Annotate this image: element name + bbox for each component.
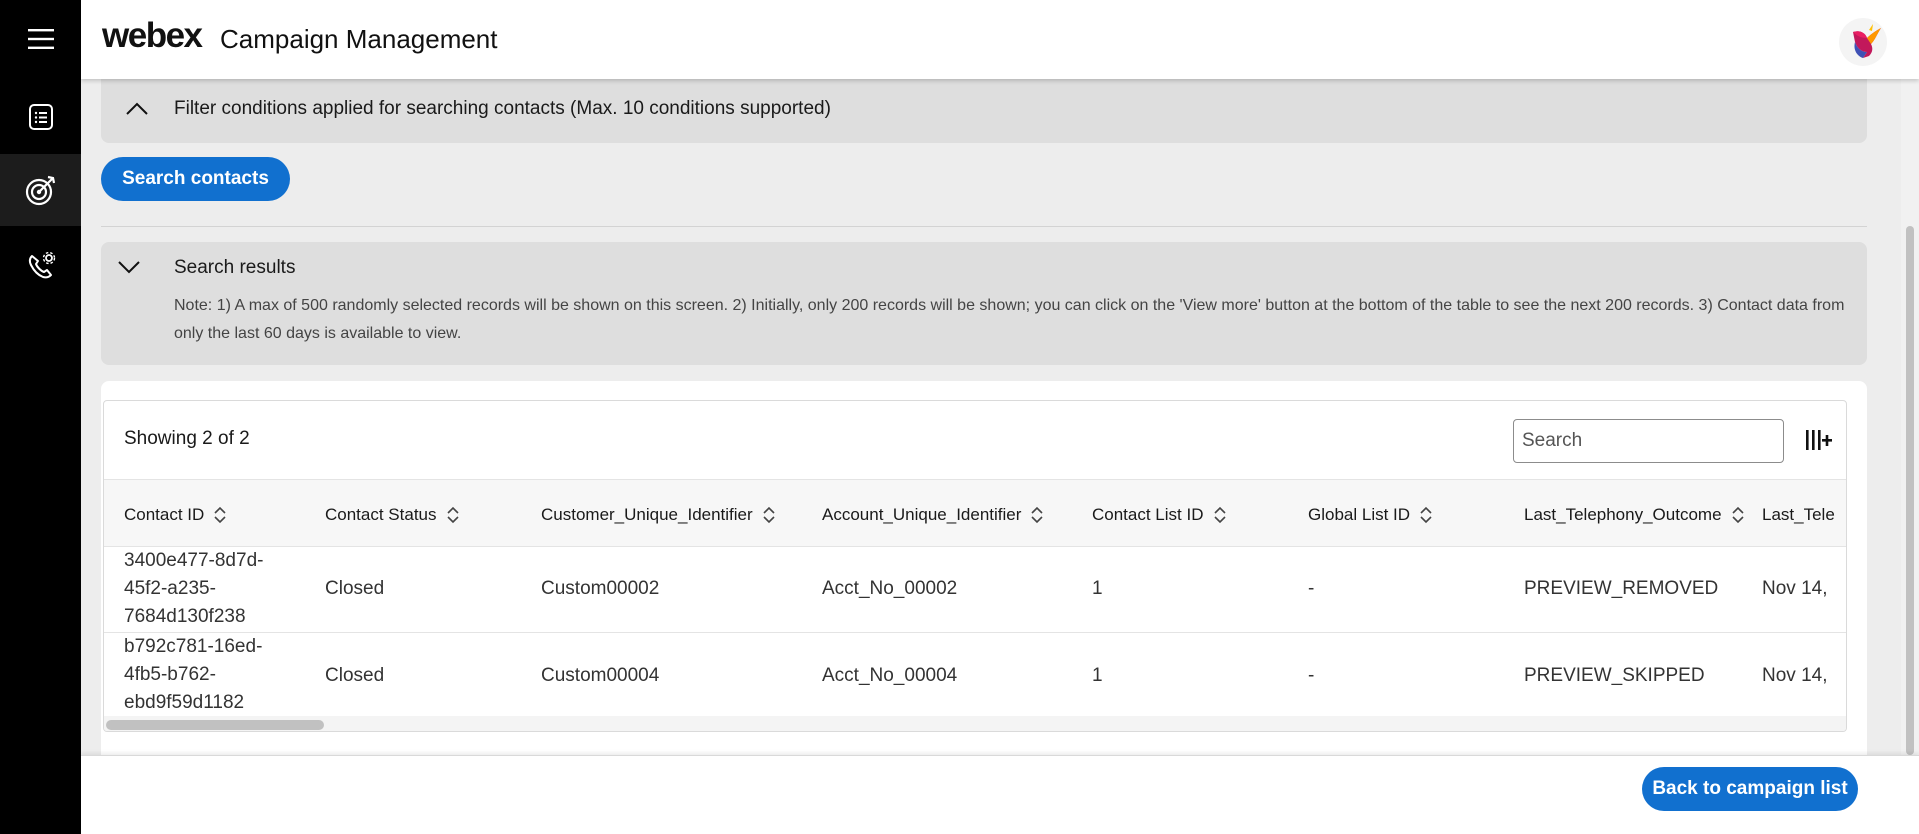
column-header-account-unique-identifier[interactable]: Account_Unique_Identifier xyxy=(822,505,1043,525)
app-title: Campaign Management xyxy=(220,24,498,54)
add-column-icon[interactable] xyxy=(1805,428,1833,452)
vertical-scrollbar[interactable] xyxy=(1901,79,1919,755)
cell-account-unique-identifier: Acct_No_00002 xyxy=(822,578,958,599)
sort-icon[interactable] xyxy=(446,505,459,525)
column-header-label: Last_Tele xyxy=(1762,505,1835,524)
horizontal-scrollbar[interactable] xyxy=(104,716,1846,731)
cell-global-list-id: - xyxy=(1308,665,1315,686)
cell-contact-status: Closed xyxy=(325,665,385,686)
search-results-title: Search results xyxy=(174,257,296,278)
column-header-global-list-id[interactable]: Global List ID xyxy=(1308,505,1432,525)
column-header-contact-status[interactable]: Contact Status xyxy=(325,505,459,525)
chevron-down-icon[interactable] xyxy=(117,259,141,275)
cell-customer-unique-identifier: Custom00002 xyxy=(541,578,660,599)
column-header-contact-list-id[interactable]: Contact List ID xyxy=(1092,505,1226,525)
list-icon xyxy=(28,104,53,130)
sidebar-item-campaigns[interactable] xyxy=(0,154,81,226)
column-header-label: Account_Unique_Identifier xyxy=(822,505,1022,524)
menu-button[interactable] xyxy=(0,3,81,75)
column-header-last-telephony-outcome[interactable]: Last_Telephony_Outcome xyxy=(1524,505,1744,525)
table-header: Contact ID Contact Status Customer_Uniqu… xyxy=(104,479,1846,547)
sidebar-item-lists[interactable] xyxy=(0,81,81,153)
cell-last-telephony-outcome: PREVIEW_SKIPPED xyxy=(1524,665,1705,686)
sidebar-item-dialer-settings[interactable] xyxy=(0,230,81,302)
column-header-last-telephony-time[interactable]: Last_Tele xyxy=(1762,505,1835,525)
main-content: Filter conditions applied for searching … xyxy=(81,79,1919,755)
sidebar xyxy=(0,0,81,834)
sort-icon[interactable] xyxy=(1031,505,1043,525)
column-header-contact-id[interactable]: Contact ID xyxy=(124,505,226,525)
cell-last-telephony-time: Nov 14, xyxy=(1762,665,1828,686)
menu-icon xyxy=(27,29,54,49)
phone-settings-icon xyxy=(28,251,55,279)
target-icon xyxy=(25,175,55,206)
back-to-campaign-list-button[interactable]: Back to campaign list xyxy=(1642,767,1858,811)
column-header-label: Global List ID xyxy=(1308,505,1411,524)
cell-global-list-id: - xyxy=(1308,578,1315,599)
cell-last-telephony-time: Nov 14, xyxy=(1762,578,1828,599)
column-header-label: Last_Telephony_Outcome xyxy=(1524,505,1722,524)
top-bar: webex Campaign Management xyxy=(81,0,1919,79)
sort-icon[interactable] xyxy=(1420,505,1432,525)
cell-contact-list-id: 1 xyxy=(1092,578,1103,599)
sort-icon[interactable] xyxy=(763,505,775,525)
bird-logo-icon xyxy=(1853,24,1881,58)
vertical-scroll-thumb[interactable] xyxy=(1906,226,1914,755)
column-header-label: Contact Status xyxy=(325,505,437,524)
sort-icon[interactable] xyxy=(1213,505,1226,525)
search-contacts-button[interactable]: Search contacts xyxy=(101,157,290,201)
column-header-customer-unique-identifier[interactable]: Customer_Unique_Identifier xyxy=(541,505,775,525)
cell-customer-unique-identifier: Custom00004 xyxy=(541,665,660,686)
filter-conditions-panel[interactable]: Filter conditions applied for searching … xyxy=(101,79,1867,143)
column-header-label: Customer_Unique_Identifier xyxy=(541,505,753,524)
cell-contact-id: b792c781-16ed-4fb5-b762-ebd9f59d1182 xyxy=(124,636,263,713)
cell-contact-status: Closed xyxy=(325,578,385,599)
cell-contact-list-id: 1 xyxy=(1092,665,1103,686)
sort-icon[interactable] xyxy=(1731,505,1744,525)
column-header-label: Contact ID xyxy=(124,505,205,524)
table-search-input[interactable] xyxy=(1513,419,1784,463)
avatar[interactable] xyxy=(1839,18,1887,66)
cell-last-telephony-outcome: PREVIEW_REMOVED xyxy=(1524,578,1719,599)
column-header-label: Contact List ID xyxy=(1092,505,1204,524)
showing-count: Showing 2 of 2 xyxy=(124,428,250,449)
chevron-up-icon[interactable] xyxy=(125,101,149,117)
horizontal-scroll-thumb[interactable] xyxy=(106,720,324,730)
webex-logo: webex xyxy=(102,16,203,55)
table-row[interactable]: 3400e477-8d7d-45f2-a235-7684d130f238 Clo… xyxy=(104,547,1846,633)
footer-bar: Back to campaign list xyxy=(81,755,1919,834)
section-divider xyxy=(101,226,1867,227)
contacts-table: Showing 2 of 2 Contact ID Contact Status… xyxy=(103,400,1847,732)
search-results-panel: Search results Note: 1) A max of 500 ran… xyxy=(101,242,1867,365)
filter-conditions-title: Filter conditions applied for searching … xyxy=(174,98,831,119)
cell-contact-id: 3400e477-8d7d-45f2-a235-7684d130f238 xyxy=(124,550,264,627)
cell-account-unique-identifier: Acct_No_00004 xyxy=(822,665,958,686)
table-row[interactable]: b792c781-16ed-4fb5-b762-ebd9f59d1182 Clo… xyxy=(104,633,1846,719)
search-results-note: Note: 1) A max of 500 randomly selected … xyxy=(174,297,1845,342)
sort-icon[interactable] xyxy=(214,505,226,525)
